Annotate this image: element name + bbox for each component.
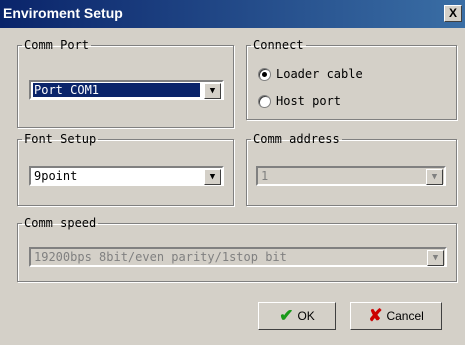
comm-address-value: 1 [261, 169, 269, 183]
title-bar: Enviroment Setup X [0, 0, 465, 28]
checkmark-icon: ✔ [279, 306, 294, 325]
cancel-button[interactable]: ✘ Cancel [350, 302, 442, 330]
chevron-down-icon[interactable]: ▼ [427, 250, 444, 266]
comm-speed-value: 19200bps 8bit/even parity/1stop bit [34, 250, 287, 264]
chevron-down-icon[interactable]: ▼ [204, 169, 221, 185]
comm-speed-legend: Comm speed [24, 216, 97, 230]
comm-port-legend: Comm Port [24, 38, 90, 52]
radio-host-port-label: Host port [276, 94, 342, 108]
window-title: Enviroment Setup [3, 5, 123, 21]
radio-loader-cable-label: Loader cable [276, 67, 363, 81]
radio-host-port[interactable]: Host port [258, 94, 341, 108]
close-button[interactable]: X [444, 5, 462, 22]
font-setup-value: 9point [34, 169, 78, 183]
comm-address-select[interactable]: 1 ▼ [256, 166, 446, 186]
radio-dot[interactable] [258, 94, 271, 108]
connect-legend: Connect [253, 38, 304, 52]
radio-dot-selected[interactable] [258, 67, 271, 81]
chevron-down-icon[interactable]: ▼ [426, 169, 443, 185]
ok-button[interactable]: ✔ OK [258, 302, 336, 330]
chevron-down-icon[interactable]: ▼ [204, 83, 221, 99]
font-setup-select[interactable]: 9point ▼ [29, 166, 224, 186]
font-setup-legend: Font Setup [24, 132, 97, 146]
ok-label: OK [297, 309, 315, 323]
radio-loader-cable[interactable]: Loader cable [258, 67, 363, 81]
x-icon: ✘ [368, 306, 383, 325]
comm-address-legend: Comm address [253, 132, 340, 146]
comm-port-select[interactable]: Port COM1 ▼ [29, 80, 224, 100]
comm-port-value: Port COM1 [33, 83, 200, 97]
cancel-label: Cancel [386, 309, 424, 323]
comm-speed-select[interactable]: 19200bps 8bit/even parity/1stop bit ▼ [29, 247, 447, 267]
